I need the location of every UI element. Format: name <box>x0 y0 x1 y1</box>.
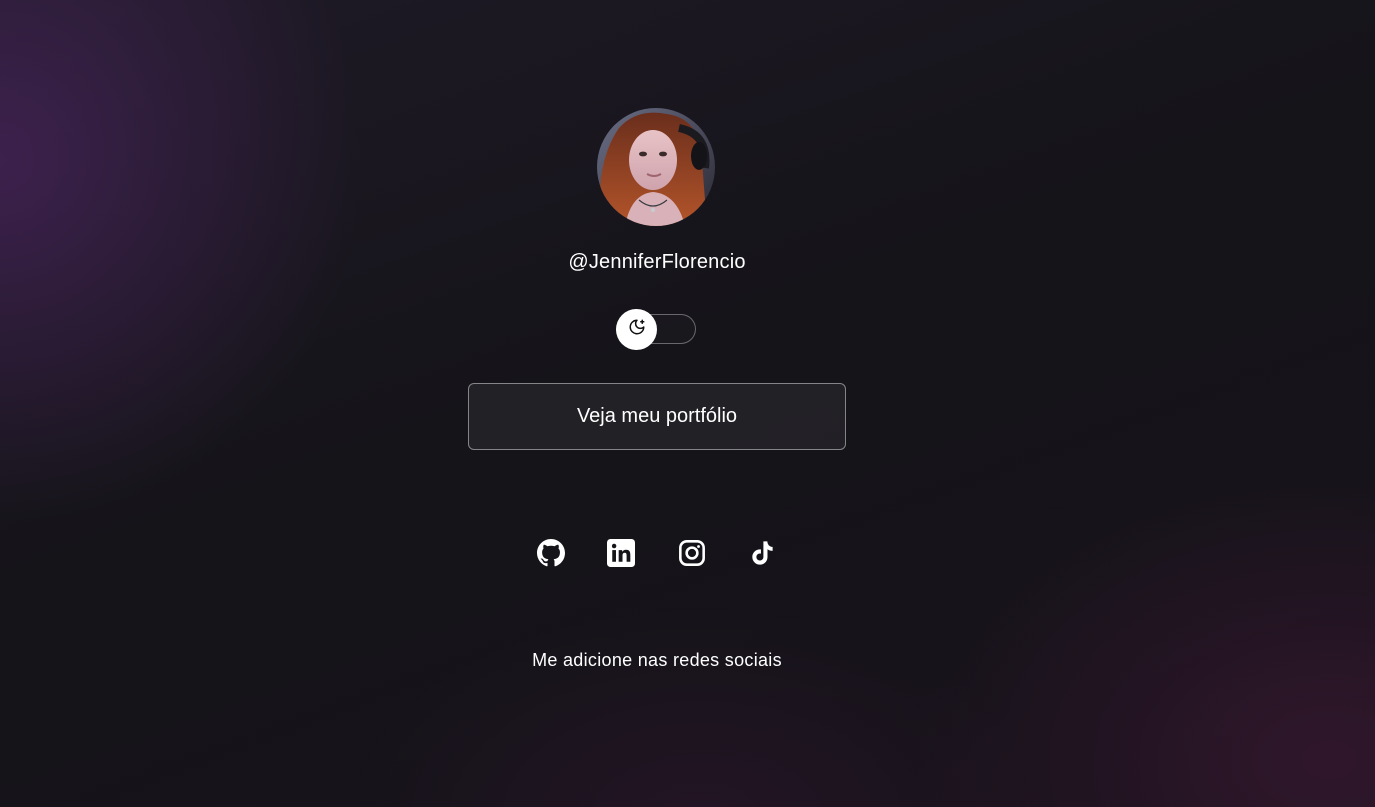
username: @JenniferFlorencio <box>568 251 746 273</box>
tiktok-icon <box>748 539 776 567</box>
avatar <box>597 108 715 226</box>
footer-text: Me adicione nas redes sociais <box>532 650 782 670</box>
portfolio-button-label: Veja meu portfólio <box>576 405 738 427</box>
portfolio-button[interactable]: Veja meu portfólio <box>468 383 846 450</box>
linkedin-link[interactable] <box>606 538 636 568</box>
instagram-icon <box>678 539 706 567</box>
instagram-link[interactable] <box>677 538 707 568</box>
github-link[interactable] <box>536 538 566 568</box>
linkedin-icon <box>607 539 635 567</box>
profile-card: @JenniferFlorencio Veja meu portfólio Me… <box>0 0 1375 807</box>
github-icon <box>537 539 565 567</box>
theme-toggle-knob[interactable] <box>616 309 657 350</box>
tiktok-link[interactable] <box>747 538 777 568</box>
moon-stars-icon <box>628 318 646 341</box>
